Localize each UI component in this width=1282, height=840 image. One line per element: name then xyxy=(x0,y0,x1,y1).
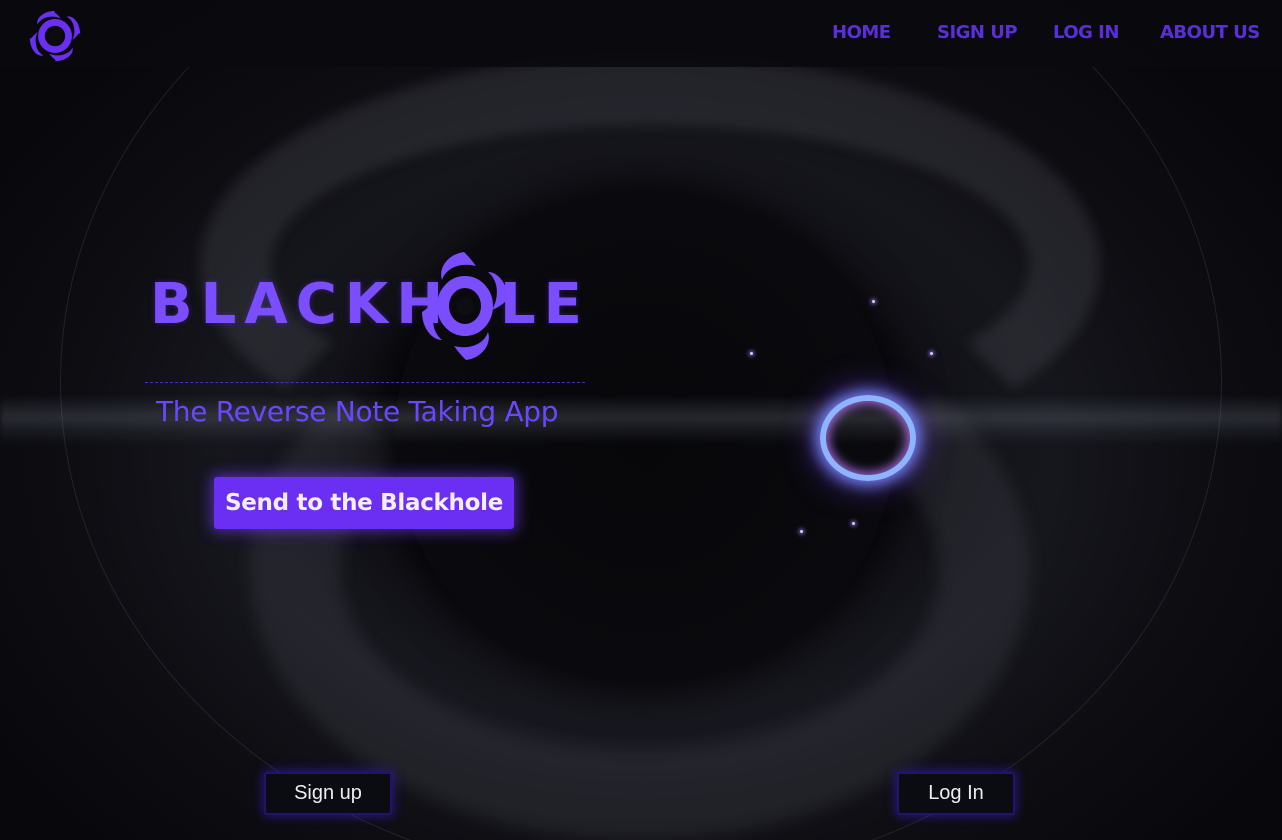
nav-signup-link[interactable]: SIGN UP xyxy=(937,22,1018,43)
spark-particle xyxy=(852,522,855,525)
hero-tagline: The Reverse Note Taking App xyxy=(156,395,559,428)
top-navbar: HOME SIGN UP LOG IN ABOUT US xyxy=(0,0,1282,67)
landing-page: HOME SIGN UP LOG IN ABOUT US BLACKH LE T… xyxy=(0,0,1282,840)
login-button[interactable]: Log In xyxy=(897,772,1015,815)
wordmark-left-text: BLACKH xyxy=(150,272,452,337)
nav-home-link[interactable]: HOME xyxy=(832,22,891,43)
spark-particle xyxy=(872,300,875,303)
spark-particle xyxy=(750,352,753,355)
nav-about-link[interactable]: ABOUT US xyxy=(1160,22,1260,43)
blackhole-logo-icon[interactable] xyxy=(24,5,86,67)
spark-particle xyxy=(800,530,803,533)
send-to-blackhole-button[interactable]: Send to the Blackhole xyxy=(214,477,514,529)
spark-particle xyxy=(930,352,933,355)
hero-divider xyxy=(145,382,585,383)
nav-login-link[interactable]: LOG IN xyxy=(1053,22,1119,43)
portal-ring-icon xyxy=(820,395,916,481)
wordmark-right-text: LE xyxy=(500,272,590,337)
wordmark-swirl-o-icon xyxy=(422,252,508,360)
signup-button[interactable]: Sign up xyxy=(264,772,392,815)
